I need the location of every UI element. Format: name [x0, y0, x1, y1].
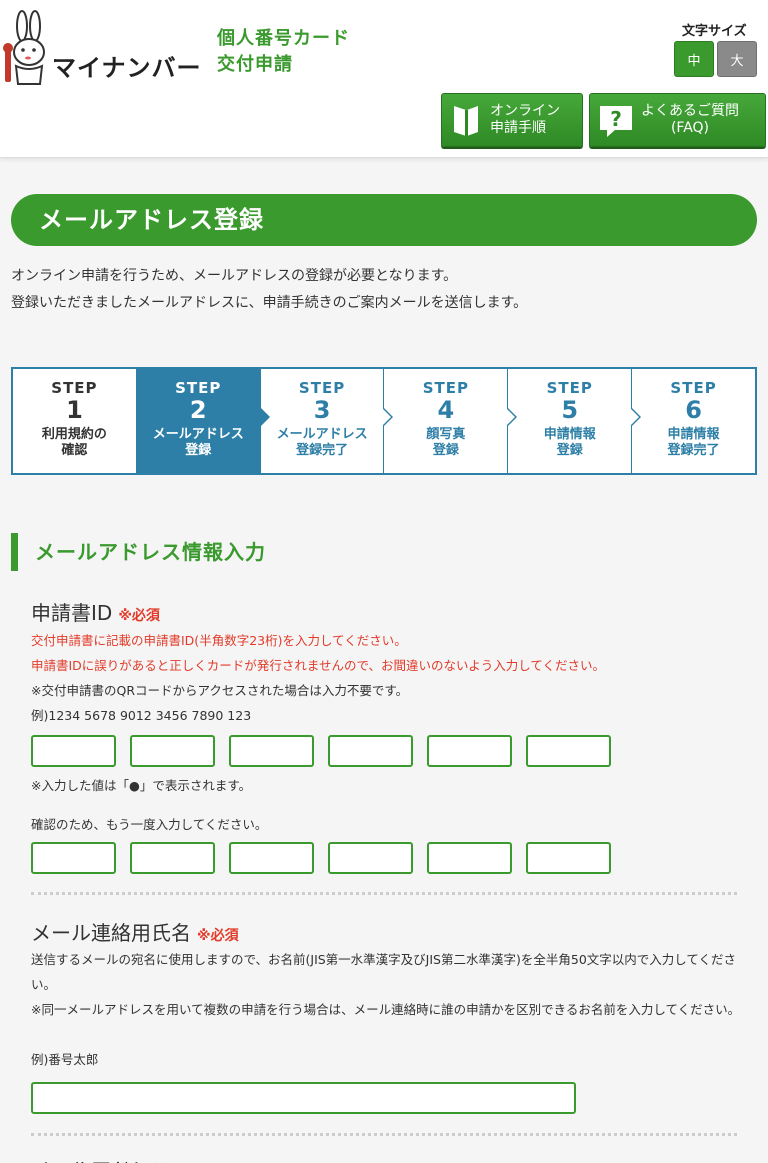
- mail-name-input[interactable]: [31, 1082, 576, 1114]
- font-size-medium-button[interactable]: 中: [674, 41, 714, 77]
- application-id-input-6[interactable]: [526, 735, 611, 767]
- application-id-confirm-input-6[interactable]: [526, 842, 611, 874]
- divider: [31, 1133, 737, 1136]
- application-id-qr-note: ※交付申請書のQRコードからアクセスされた場合は入力不要です。: [31, 683, 409, 698]
- application-id-confirm-input-4[interactable]: [328, 842, 413, 874]
- application-id-example: 例)1234 5678 9012 3456 7890 123: [31, 708, 252, 723]
- application-id-inputs: [31, 735, 611, 767]
- mynumber-logo[interactable]: マイナンバー: [0, 8, 210, 88]
- application-id-confirm-input-1[interactable]: [31, 842, 116, 874]
- confirm-note: 確認のため、もう一度入力してください。: [31, 817, 268, 832]
- divider: [31, 892, 737, 895]
- step-5: STEP 5 申請情報 登録: [507, 369, 642, 473]
- mail-name-note: 送信するメールの宛名に使用しますので、お名前(JIS第一水準漢字及びJIS第二水…: [31, 952, 737, 992]
- mail-name-example: 例)番号太郎: [31, 1052, 99, 1067]
- required-badge: ※必須: [118, 608, 160, 624]
- email-address-heading: メールアドレス: [31, 1154, 171, 1163]
- svg-text:?: ?: [610, 107, 622, 131]
- section-title: メールアドレス情報入力: [11, 533, 266, 571]
- faq-label: よくあるご質問 (FAQ): [641, 103, 739, 136]
- mascot-icon: [3, 10, 45, 85]
- step-arrow: [259, 407, 270, 427]
- application-id-confirm-inputs: [31, 842, 611, 874]
- application-id-input-1[interactable]: [31, 735, 116, 767]
- application-id-input-5[interactable]: [427, 735, 512, 767]
- logo-text: マイナンバー: [52, 54, 202, 82]
- mail-name-label: メール連絡用氏名 ※必須: [31, 921, 239, 945]
- step-indicator: STEP 1 利用規約の 確認 STEP 2 メールアドレス 登録 STEP 3 メ…: [11, 367, 757, 475]
- online-procedure-button[interactable]: オンライン 申請手順: [441, 93, 583, 147]
- online-procedure-label: オンライン 申請手順: [490, 103, 560, 136]
- application-id-confirm-input-5[interactable]: [427, 842, 512, 874]
- step-3: STEP 3 メールアドレス 登録完了: [259, 369, 394, 473]
- step-2-current: STEP 2 メールアドレス 登録: [135, 369, 270, 473]
- book-icon: [454, 106, 478, 136]
- application-id-input-3[interactable]: [229, 735, 314, 767]
- step-4: STEP 4 顔写真 登録: [383, 369, 518, 473]
- step-6: STEP 6 申請情報 登録完了: [631, 369, 755, 473]
- application-id-note: 交付申請書に記載の申請書ID(半角数字23桁)を入力してください。: [31, 633, 407, 648]
- font-size-label: 文字サイズ: [682, 24, 747, 39]
- site-header: マイナンバー 個人番号カード 交付申請 文字サイズ 中 大 オンライン 申請手順…: [0, 0, 768, 158]
- intro-text: オンライン申請を行うため、メールアドレスの登録が必要となります。 登録いただきま…: [11, 268, 528, 311]
- application-id-confirm-input-3[interactable]: [229, 842, 314, 874]
- required-badge: ※必須: [197, 928, 239, 944]
- masked-note: ※入力した値は「●」で表示されます。: [31, 778, 252, 793]
- faq-button[interactable]: ? よくあるご質問 (FAQ): [589, 93, 766, 147]
- step-1: STEP 1 利用規約の 確認: [41, 379, 107, 458]
- application-id-label: 申請書ID ※必須: [31, 601, 160, 625]
- mail-name-note-multiple: ※同一メールアドレスを用いて複数の申請を行う場合は、メール連絡時に誰の申請かを区…: [31, 1002, 741, 1017]
- application-id-input-4[interactable]: [328, 735, 413, 767]
- question-icon: ?: [600, 106, 632, 137]
- page-title: メールアドレス登録: [11, 194, 757, 246]
- application-id-confirm-input-2[interactable]: [130, 842, 215, 874]
- application-id-warning: 申請書IDに誤りがあると正しくカードが発行されませんので、お間違いのないよう入力…: [31, 658, 605, 673]
- application-id-input-2[interactable]: [130, 735, 215, 767]
- font-size-large-button[interactable]: 大: [717, 41, 757, 77]
- site-title: 個人番号カード 交付申請: [217, 28, 350, 75]
